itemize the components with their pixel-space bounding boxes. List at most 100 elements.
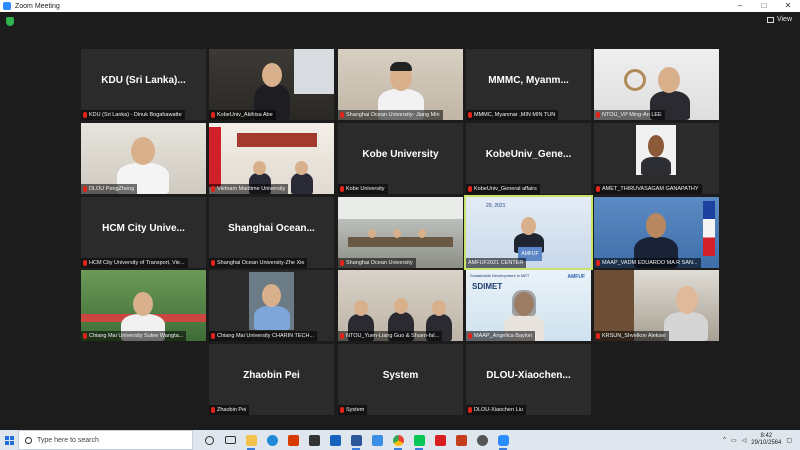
muted-mic-icon (211, 260, 215, 266)
gallery-view: View KDU (Sri Lanka)... KDU (Sri Lanka) … (0, 12, 800, 430)
participant-tile[interactable]: KobeUniv_Gene... KobeUniv_General affair… (466, 123, 591, 194)
volume-icon[interactable]: ◁ (742, 437, 747, 444)
participant-caption: DLOU-Xiaochen Liu (466, 405, 526, 415)
participant-caption: AMFUF2021 CENTER (466, 258, 527, 268)
participant-caption: MAAP_Angelica Baylon (466, 331, 536, 341)
participant-name: NTOU_VP Ming-An LEE (602, 112, 662, 118)
start-button[interactable] (0, 430, 18, 450)
virtual-bg-title: SDIMET (472, 282, 503, 291)
powerpoint-icon[interactable] (453, 432, 469, 448)
search-placeholder: Type here to search (37, 436, 99, 444)
view-button[interactable]: View (766, 16, 792, 23)
task-view-icon[interactable] (201, 432, 217, 448)
muted-mic-icon (83, 112, 87, 118)
participant-name: MAAP_Angelica Baylon (474, 333, 533, 339)
participant-caption: KRSUN_Shvelkov Aleksei (594, 331, 669, 341)
chrome-icon[interactable] (390, 432, 406, 450)
participant-tile[interactable]: KDU (Sri Lanka)... KDU (Sri Lanka) - Din… (81, 49, 206, 120)
participant-name: Chiang Mai University CHARIN TECH... (217, 333, 315, 339)
participant-tile[interactable]: DLOU-Xiaochen... DLOU-Xiaochen Liu (466, 344, 591, 415)
participant-caption: KobeUniv_Akihisa Abe (209, 110, 276, 120)
participant-tile[interactable]: Chiang Mai University Sutee Wangta... (81, 270, 206, 341)
participant-display-name: System (382, 370, 419, 381)
file-explorer-icon[interactable] (243, 432, 259, 450)
participant-tile[interactable]: KobeUniv_Akihisa Abe (209, 49, 334, 120)
word-icon[interactable] (348, 432, 364, 450)
participant-display-name: DLOU-Xiaochen... (486, 370, 571, 381)
participant-caption: MAAP_VADM EDUARDO MA R SAN... (594, 258, 701, 268)
participant-tile[interactable]: MMMC, Myanm... MMMC, Myanmar ,MIN MIN TU… (466, 49, 591, 120)
muted-mic-icon (340, 112, 344, 118)
participant-name: DLOU PengZheng (89, 186, 135, 192)
notifications-icon[interactable]: ▢ (786, 437, 792, 444)
event-banner-year: 29, 2021 (486, 203, 506, 209)
participant-tile[interactable]: Kobe University Kobe University (338, 123, 463, 194)
participant-caption: DLOU PengZheng (81, 184, 138, 194)
windows-logo-icon (4, 435, 14, 445)
muted-mic-icon (83, 260, 87, 266)
taskbar-search-box[interactable]: Type here to search (18, 430, 193, 450)
line-app-icon[interactable] (411, 432, 427, 450)
participant-tile[interactable]: KRSUN_Shvelkov Aleksei (594, 270, 719, 341)
store-icon[interactable] (306, 432, 322, 448)
participant-name: Shanghai Ocean University (346, 260, 413, 266)
participant-tile[interactable]: AMET_THIRUVASAGAM GANAPATHY (594, 123, 719, 194)
participant-name: AMET_THIRUVASAGAM GANAPATHY (602, 186, 699, 192)
clock-time: 8:42 (760, 433, 773, 439)
muted-mic-icon (596, 186, 600, 192)
participant-tile[interactable]: NTOU_VP Ming-An LEE (594, 49, 719, 120)
participant-display-name: Zhaobin Pei (243, 370, 300, 381)
participant-tile[interactable]: Shanghai Ocean University- Jiang Min (338, 49, 463, 120)
participant-tile[interactable]: Shanghai Ocean... Shanghai Ocean Univers… (209, 197, 334, 268)
participant-name: AMFUF2021 CENTER (468, 260, 524, 266)
participant-name: HCM City University of Transport, Vie... (89, 260, 185, 266)
acrobat-icon[interactable] (432, 432, 448, 448)
participant-tile[interactable]: DLOU PengZheng (81, 123, 206, 194)
participant-caption: HCM City University of Transport, Vie... (81, 258, 188, 268)
windows-taskbar: Type here to search ^ ▭ ◁ 8:42 29/10/256… (0, 430, 800, 450)
participant-name: KobeUniv_Akihisa Abe (217, 112, 273, 118)
muted-mic-icon (340, 186, 344, 192)
zoom-taskbar-icon[interactable] (495, 432, 511, 450)
maximize-button[interactable]: □ (752, 0, 776, 12)
participant-tile[interactable]: Vietnam Maritime University (209, 123, 334, 194)
search-icon (25, 436, 32, 444)
taskbar-clock[interactable]: 8:42 29/10/2564 (751, 433, 781, 447)
mail-icon[interactable] (327, 432, 343, 448)
edge-browser-icon[interactable] (264, 432, 280, 448)
participant-tile[interactable]: System System (338, 344, 463, 415)
close-button[interactable]: ✕ (776, 0, 800, 12)
task-view-button-icon[interactable] (222, 432, 238, 448)
photos-icon[interactable] (369, 432, 385, 448)
participant-tile-active-speaker[interactable]: 29, 2021 AMFUF AMFUF2021 CENTER (464, 195, 593, 270)
chevron-up-icon[interactable]: ^ (723, 437, 726, 443)
participant-tile[interactable]: Shanghai Ocean University (338, 197, 463, 268)
participant-tile[interactable]: Chiang Mai University CHARIN TECH... (209, 270, 334, 341)
participant-caption: KDU (Sri Lanka) - Dinuk Bogahawatte (81, 110, 185, 120)
network-icon[interactable]: ▭ (731, 437, 737, 444)
participant-tile[interactable]: HCM City Unive... HCM City University of… (81, 197, 206, 268)
muted-mic-icon (468, 333, 472, 339)
participant-caption: System (338, 405, 368, 415)
participant-display-name: KDU (Sri Lanka)... (101, 75, 186, 86)
minimize-button[interactable]: – (728, 0, 752, 12)
muted-mic-icon (340, 260, 344, 266)
participant-tile[interactable]: NTOU_Yuen-Liang Guo & Shuen-fal... (338, 270, 463, 341)
participant-display-name: KobeUniv_Gene... (485, 149, 572, 160)
participant-tile[interactable]: Sustainable Development in MET SDIMET AM… (466, 270, 591, 341)
virtual-bg-logo: AMFUF (567, 274, 586, 280)
encryption-shield-icon[interactable] (6, 17, 14, 26)
muted-mic-icon (211, 407, 215, 413)
office-icon[interactable] (285, 432, 301, 448)
muted-mic-icon (468, 407, 472, 413)
muted-mic-icon (468, 186, 472, 192)
participant-name: Chiang Mai University Sutee Wangta... (89, 333, 184, 339)
participant-name: MAAP_VADM EDUARDO MA R SAN... (602, 260, 698, 266)
participant-caption: Vietnam Maritime University (209, 184, 289, 194)
muted-mic-icon (83, 333, 87, 339)
settings-gear-icon[interactable] (474, 432, 490, 448)
muted-mic-icon (340, 407, 344, 413)
participant-caption: NTOU_VP Ming-An LEE (594, 110, 665, 120)
participant-tile[interactable]: Zhaobin Pei Zhaobin Pei (209, 344, 334, 415)
participant-tile[interactable]: MAAP_VADM EDUARDO MA R SAN... (594, 197, 719, 268)
